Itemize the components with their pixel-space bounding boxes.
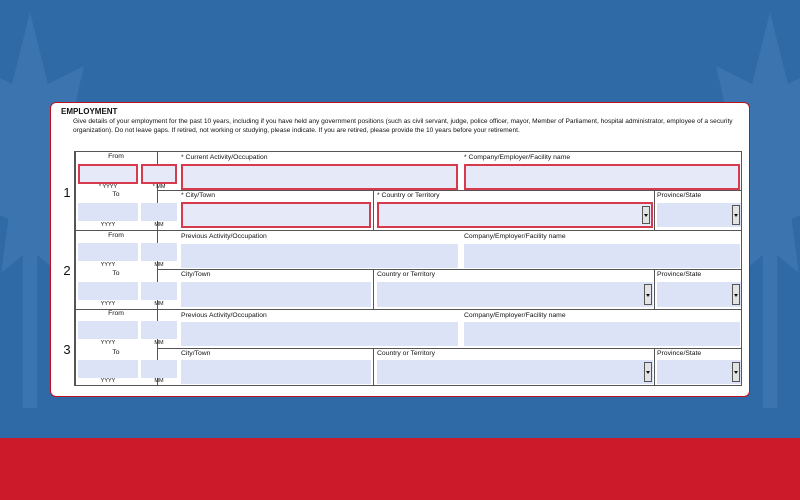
to-month-hint: MM [154, 222, 164, 228]
from-year-hint: YYYY [100, 262, 116, 268]
to-year-input[interactable] [78, 360, 138, 378]
to-month-input[interactable] [141, 282, 177, 300]
row-number: 2 [63, 263, 71, 278]
col-divider [654, 348, 655, 385]
from-label: From [108, 153, 124, 160]
from-month-hint: * MM [152, 184, 166, 190]
from-year-input[interactable] [78, 243, 138, 261]
from-label: From [108, 310, 124, 317]
col-divider [373, 269, 374, 309]
from-label: From [108, 232, 124, 239]
row-number: 1 [63, 185, 71, 200]
employment-table: 1 From * YYYY * MM To YYYY MM * Current … [63, 151, 742, 386]
from-year-hint: YYYY [100, 340, 116, 346]
employment-form-card: EMPLOYMENT Give details of your employme… [50, 102, 750, 397]
country-select[interactable] [377, 360, 653, 384]
from-month-hint: MM [154, 340, 164, 346]
city-input[interactable] [181, 360, 371, 384]
to-month-hint: MM [154, 378, 164, 384]
to-month-hint: MM [154, 301, 164, 307]
row-divider [75, 309, 741, 310]
employer-label: Company/Employer/Facility name [464, 233, 566, 240]
activity-input[interactable] [181, 244, 458, 268]
country-label: Country or Territory [377, 271, 436, 278]
city-input[interactable] [181, 202, 371, 228]
to-year-hint: YYYY [100, 378, 116, 384]
province-label: Province/State [657, 192, 702, 199]
to-year-hint: YYYY [100, 222, 116, 228]
col-divider [373, 348, 374, 385]
from-year-hint: * YYYY [98, 184, 118, 190]
activity-input[interactable] [181, 164, 458, 190]
section-title: EMPLOYMENT [61, 107, 118, 116]
to-month-input[interactable] [141, 203, 177, 221]
country-label: Country or Territory [377, 350, 436, 357]
province-select[interactable] [657, 282, 741, 307]
activity-label: * Current Activity/Occupation [181, 154, 268, 161]
to-label: To [112, 191, 120, 198]
dropdown-arrow-icon[interactable] [644, 362, 652, 382]
employer-input[interactable] [464, 322, 740, 346]
to-label: To [112, 349, 120, 356]
from-year-input[interactable] [78, 164, 138, 184]
employer-label: Company/Employer/Facility name [464, 312, 566, 319]
dropdown-arrow-icon[interactable] [732, 362, 740, 382]
province-select[interactable] [657, 360, 741, 384]
to-year-hint: YYYY [100, 301, 116, 307]
city-input[interactable] [181, 282, 371, 307]
activity-input[interactable] [181, 322, 458, 346]
row-divider [75, 230, 741, 231]
province-label: Province/State [657, 350, 702, 357]
dropdown-arrow-icon[interactable] [732, 205, 740, 225]
employer-label: * Company/Employer/Facility name [464, 154, 571, 161]
city-label: City/Town [181, 271, 211, 278]
red-footer-band [0, 438, 800, 500]
province-select[interactable] [657, 203, 741, 227]
employer-input[interactable] [464, 164, 740, 190]
to-month-input[interactable] [141, 360, 177, 378]
employer-input[interactable] [464, 244, 740, 268]
from-month-input[interactable] [141, 243, 177, 261]
from-month-input[interactable] [141, 321, 177, 339]
col-divider [654, 269, 655, 309]
city-label: City/Town [181, 350, 211, 357]
dropdown-arrow-icon[interactable] [644, 284, 652, 305]
col-divider [373, 190, 374, 230]
country-select[interactable] [377, 282, 653, 307]
to-year-input[interactable] [78, 203, 138, 221]
to-label: To [112, 270, 120, 277]
to-year-input[interactable] [78, 282, 138, 300]
row-number: 3 [63, 342, 71, 357]
activity-label: Previous Activity/Occupation [181, 233, 267, 240]
col-divider [654, 190, 655, 230]
country-select[interactable] [377, 202, 653, 228]
activity-label: Previous Activity/Occupation [181, 312, 267, 319]
dropdown-arrow-icon[interactable] [642, 206, 650, 224]
dropdown-arrow-icon[interactable] [732, 284, 740, 305]
city-label: * City/Town [181, 192, 215, 199]
instructions-text: Give details of your employment for the … [73, 118, 733, 134]
from-month-hint: MM [154, 262, 164, 268]
from-month-input[interactable] [141, 164, 177, 184]
from-year-input[interactable] [78, 321, 138, 339]
province-label: Province/State [657, 271, 702, 278]
country-label: * Country or Territory [377, 192, 440, 199]
